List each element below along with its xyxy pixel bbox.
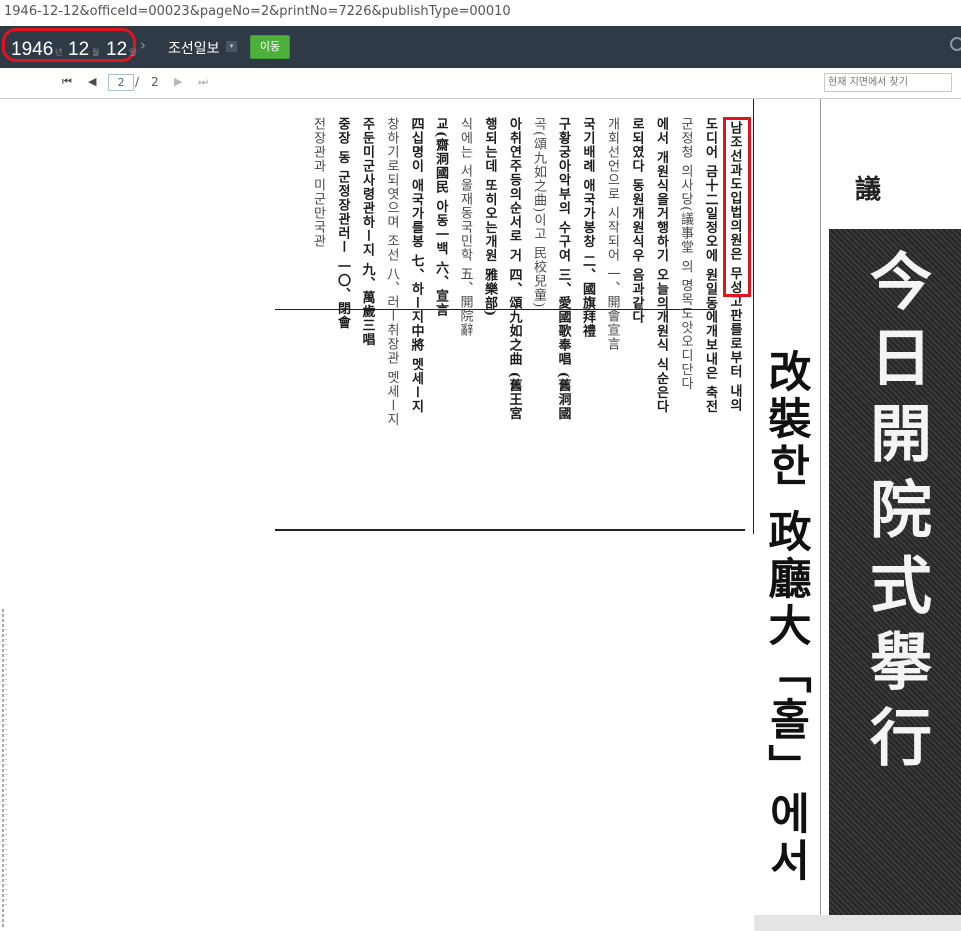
article-column: 중장 동 군정장관러ー 一〇、閉會 [335,117,350,330]
year-value[interactable]: 1946 [11,39,53,61]
article-column: 국기배례 애국가봉창 二、國旗拜禮 [580,117,595,339]
page-navigation: ⏮ ◀ 2 / 2 ▶ ⏭ [0,68,961,99]
article-column: 군정청 의사당(議事堂 의 명목도앗오디단다 [678,117,693,391]
article-column: 四십명이 애국가를봉 七、하ー지中將 멧세ー지 [408,117,424,414]
first-page-icon[interactable]: ⏮ [62,75,72,89]
article-column: 전장관과 미군만국관 [310,117,326,249]
day-value[interactable]: 12 [106,39,127,61]
page-separator: / [135,75,140,89]
article-headline: 改裝한 政廳大「홀」에서 [761,349,811,885]
current-page-input[interactable]: 2 [108,74,134,91]
total-pages: 2 [151,75,159,89]
viewer-toolbar: 1946 년 12 월 12 일 › 조선일보 ▾ 이동 [0,26,961,68]
chevron-down-icon[interactable]: ▾ [226,41,237,52]
vertical-rule-right [820,99,821,917]
newspaper-page-image: 남조선과도입법의원은 무성고판를로부터 내의 도디어 금十二일정오에 원일동에개보… [275,99,961,917]
article-column: 식에는 서울재동국민학 五、開院辭 [457,117,473,338]
corner-character: 議 [855,175,882,205]
article-column: 에서 개원식을거행하기 오늘의개원식 식순은다 [653,117,669,414]
day-unit: 일 [129,48,137,57]
last-page-icon[interactable]: ⏭ [198,75,208,89]
banner-headline-block: 今日開院式擧行 [829,229,961,917]
article-column: 주둔미군사령관하ー지 九、萬歲三唱 [359,117,375,347]
year-unit: 년 [55,48,63,57]
article-column: 아취연주등의순서로 거 四、頌九如之曲 (舊王宮 [506,117,522,421]
month-unit: 월 [92,48,100,57]
article-column: 도디어 금十二일정오에 원일동에개보내은 축전 [702,117,718,414]
article-column: 개회선언으로 시작되어 一、開會宣言 [604,117,620,352]
article-column: 교(齋洞國民 아동一백 六、宣言 [433,117,448,318]
help-icon[interactable] [950,37,961,51]
next-date-icon[interactable]: › [140,36,146,54]
article-column: 곡(頌九如之曲)이고 民校兒童) [531,117,546,309]
viewer-scroll-strip[interactable] [754,915,961,931]
newspaper-viewer[interactable]: 남조선과도입법의원은 무성고판를로부터 내의 도디어 금十二일정오에 원일동에개보… [0,99,961,931]
go-button[interactable]: 이동 [250,35,290,59]
prev-page-icon[interactable]: ◀ [88,75,96,88]
article-column: 창하기로되엿으며 조선 八、러ー취장관 멧세ー지 [384,117,399,427]
newspaper-select[interactable]: 조선일보 [168,38,220,58]
next-page-icon[interactable]: ▶ [174,75,182,88]
article-column: 행되는데 또히오는개원 雅樂部) [482,117,497,318]
date-selector[interactable]: 1946 년 12 월 12 일 [2,28,136,62]
month-value[interactable]: 12 [68,39,89,61]
page-search-input[interactable] [824,73,952,92]
banner-headline: 今日開院式擧行 [859,249,932,781]
highlight-box [723,117,751,297]
article-column: 구황궁아악부의 수구여 三、愛國歌奉唱 (舊洞國 [555,117,571,421]
article-column: 로되였다 동원개원식우 음과같다 [629,117,644,325]
url-text: 1946-12-12&officeId=00023&pageNo=2&print… [0,0,961,24]
vertical-rule [753,99,754,534]
scan-edge-artifact [2,609,7,929]
